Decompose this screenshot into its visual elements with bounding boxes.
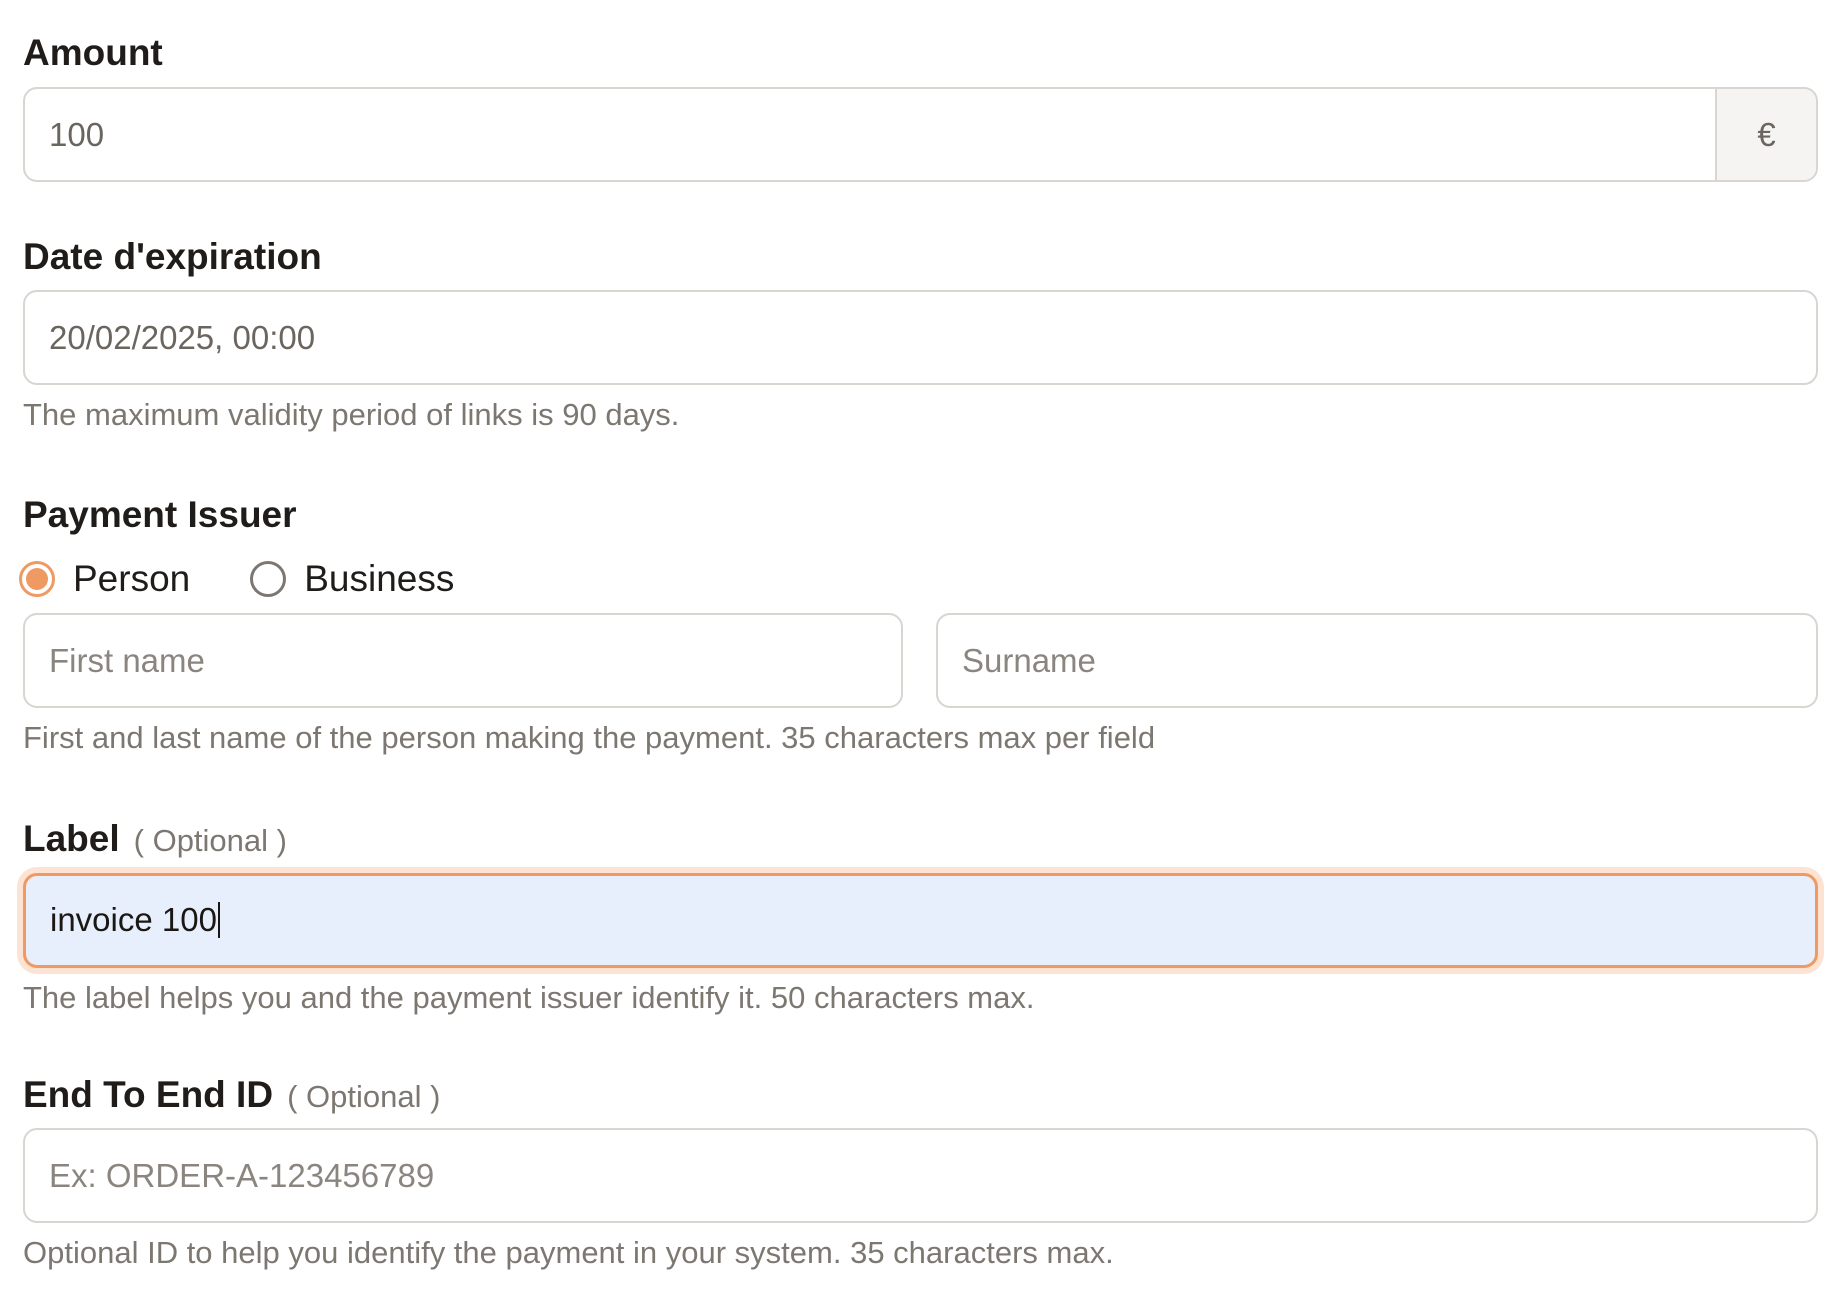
currency-euro-addon: € <box>1715 89 1816 180</box>
payment-issuer-label: Payment Issuer <box>23 496 297 533</box>
text-caret <box>217 902 220 939</box>
surname-input[interactable]: Surname <box>936 613 1818 708</box>
expiration-date-input[interactable]: 20/02/2025, 00:00 <box>23 290 1818 385</box>
amount-input[interactable]: 100 € <box>23 87 1818 182</box>
payment-issuer-label-text: Payment Issuer <box>23 494 297 535</box>
radio-dot-icon <box>26 568 48 590</box>
amount-value: 100 <box>49 115 105 153</box>
label-field-label: Label ( Optional ) <box>23 820 287 857</box>
expiration-label-text: Date d'expiration <box>23 236 322 277</box>
label-field-label-text: Label <box>23 818 120 859</box>
end-to-end-help: Optional ID to help you identify the pay… <box>23 1235 1114 1270</box>
label-input[interactable]: invoice 100 <box>23 873 1818 968</box>
surname-placeholder: Surname <box>962 641 1096 679</box>
label-help: The label helps you and the payment issu… <box>23 980 1035 1015</box>
radio-business[interactable]: Business <box>250 558 454 600</box>
end-to-end-label-text: End To End ID <box>23 1074 274 1115</box>
radio-business-label[interactable]: Business <box>304 558 454 600</box>
expiration-label: Date d'expiration <box>23 238 322 275</box>
payment-issuer-radio-group: Person Business <box>19 558 514 600</box>
radio-person[interactable]: Person <box>19 558 190 600</box>
label-input-value: invoice 100 <box>50 900 217 938</box>
label-input-text: invoice 100 <box>26 901 1815 940</box>
expiration-date-value: 20/02/2025, 00:00 <box>49 318 316 356</box>
first-name-placeholder: First name <box>49 641 205 679</box>
payment-issuer-help: First and last name of the person making… <box>23 720 1156 755</box>
label-optional-tag: ( Optional ) <box>133 823 287 858</box>
end-to-end-id-input[interactable]: Ex: ORDER-A-123456789 <box>23 1128 1818 1223</box>
radio-person-label[interactable]: Person <box>73 558 190 600</box>
radio-unchecked-icon[interactable] <box>250 561 287 597</box>
radio-checked-icon[interactable] <box>19 561 55 597</box>
amount-label-text: Amount <box>23 32 163 73</box>
end-to-end-optional-tag: ( Optional ) <box>287 1079 441 1114</box>
first-name-input[interactable]: First name <box>23 613 903 708</box>
end-to-end-id-placeholder: Ex: ORDER-A-123456789 <box>49 1156 435 1194</box>
expiration-help: The maximum validity period of links is … <box>23 397 680 432</box>
end-to-end-label: End To End ID ( Optional ) <box>23 1076 440 1113</box>
amount-label: Amount <box>23 34 163 71</box>
